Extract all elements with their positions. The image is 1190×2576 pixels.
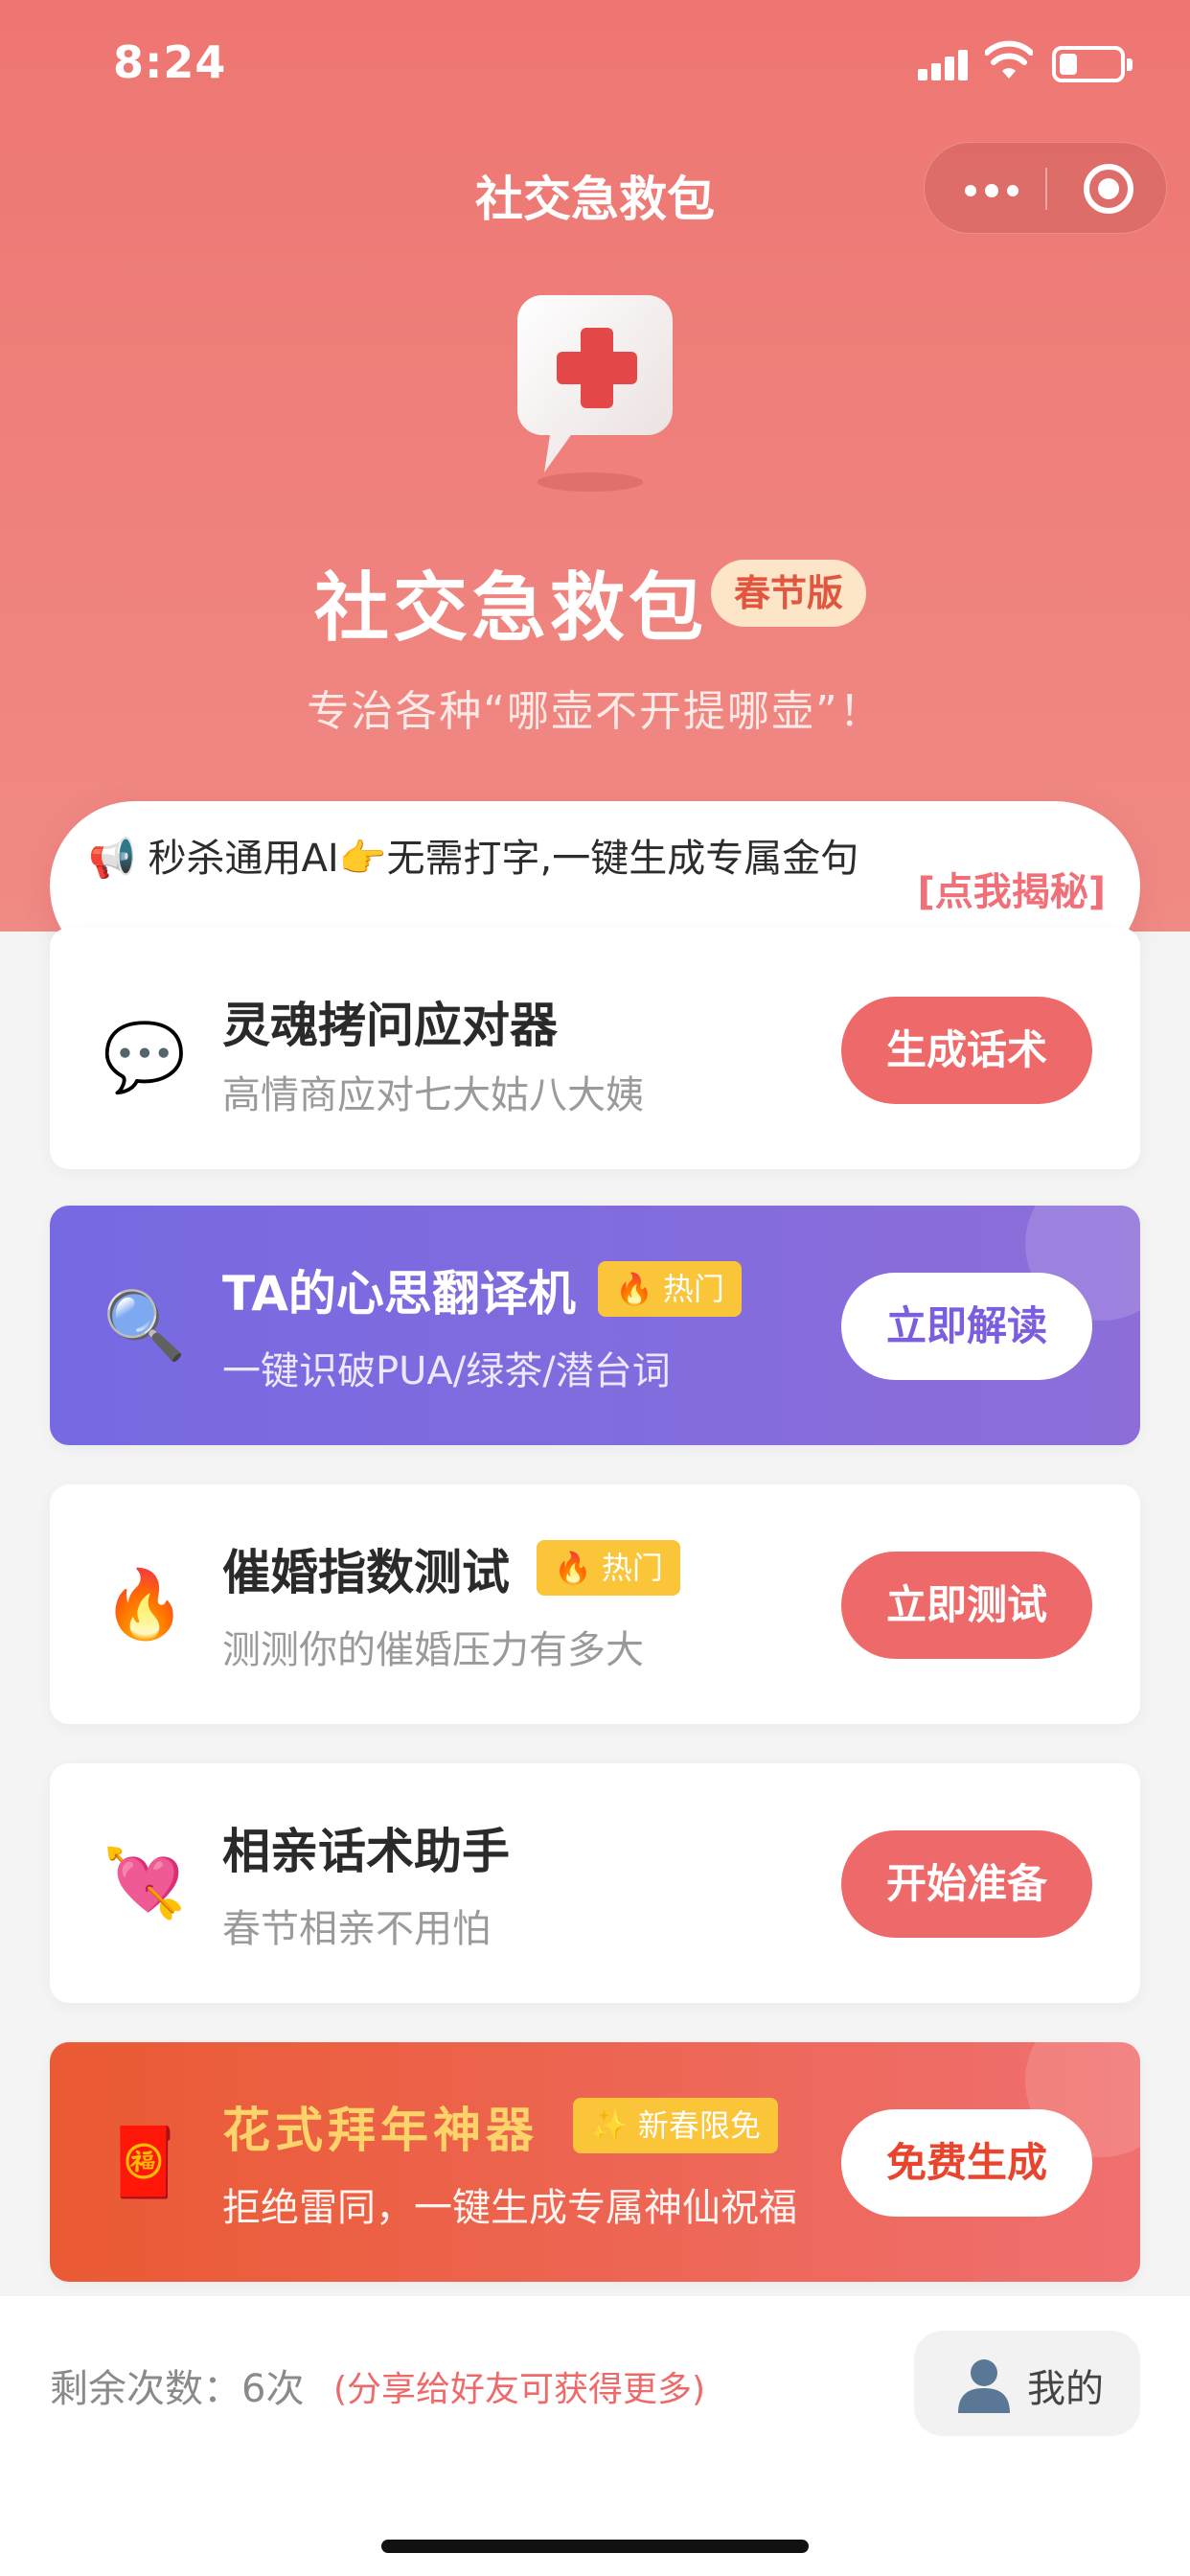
edition-badge: 春节版 xyxy=(711,560,867,627)
miniprogram-capsule xyxy=(924,142,1167,234)
start-prepare-button[interactable]: 开始准备 xyxy=(841,1830,1092,1938)
feature-card-mind-translator[interactable]: 🔍 TA的心思翻译机 🔥 热门 一键识破PUA/绿茶/潜台词 立即解读 xyxy=(50,1206,1140,1445)
interpret-now-button[interactable]: 立即解读 xyxy=(841,1273,1092,1380)
status-time: 8:24 xyxy=(113,36,227,88)
bottom-bar: 剩余次数：6次 (分享给好友可获得更多) 我的 xyxy=(0,2296,1190,2576)
fire-icon: 🔥 xyxy=(615,1271,653,1307)
hot-badge: 🔥 热门 xyxy=(598,1261,742,1317)
capsule-divider xyxy=(1045,168,1047,210)
feature-desc: 高情商应对七大姑八大姨 xyxy=(222,1073,644,1117)
hot-badge: 🔥 热门 xyxy=(537,1540,680,1596)
feature-desc: 一键识破PUA/绿茶/潜台词 xyxy=(222,1349,671,1393)
feature-title: 相亲话术助手 xyxy=(222,1824,510,1879)
app-title: 社交急救包 xyxy=(314,565,708,652)
red-envelope-icon: 🧧 xyxy=(103,2123,187,2201)
generate-script-button[interactable]: 生成话术 xyxy=(841,997,1092,1104)
fire-icon: 🔥 xyxy=(103,1565,187,1644)
home-indicator xyxy=(381,2540,809,2553)
close-miniprogram-icon[interactable] xyxy=(1084,164,1133,214)
share-hint[interactable]: (分享给好友可获得更多) xyxy=(333,2361,705,2411)
sparkle-icon: ✨ xyxy=(590,2107,629,2144)
remaining-count: 剩余次数：6次 xyxy=(50,2367,305,2411)
feature-title: 催婚指数测试 xyxy=(222,1545,510,1600)
more-icon[interactable] xyxy=(957,162,1024,216)
first-aid-chat-bubble-icon xyxy=(517,295,673,492)
feature-desc: 拒绝雷同，一键生成专属神仙祝福 xyxy=(222,2186,797,2230)
heart-arrow-icon: 💘 xyxy=(103,1844,187,1922)
fire-icon: 🔥 xyxy=(554,1550,592,1586)
feature-title: 花式拜年神器 xyxy=(222,2103,538,2158)
feature-desc: 测测你的催婚压力有多大 xyxy=(222,1628,644,1672)
battery-icon xyxy=(1052,46,1133,82)
feature-title: 灵魂拷问应对器 xyxy=(222,998,558,1053)
feature-desc: 春节相亲不用怕 xyxy=(222,1907,491,1951)
user-avatar-icon xyxy=(958,2359,1010,2413)
mine-label: 我的 xyxy=(1027,2367,1104,2411)
status-bar: 8:24 xyxy=(0,0,1190,134)
magnifier-icon: 🔍 xyxy=(103,1286,187,1365)
speech-bubble-icon: 💬 xyxy=(103,1018,187,1096)
feature-card-blind-date[interactable]: 💘 相亲话术助手 春节相亲不用怕 开始准备 xyxy=(50,1763,1140,2003)
promo-reveal-link[interactable]: [点我揭秘] xyxy=(917,861,1106,916)
feature-card-marriage-pressure[interactable]: 🔥 催婚指数测试 🔥 热门 测测你的催婚压力有多大 立即测试 xyxy=(50,1484,1140,1724)
feature-card-new-year-greeting[interactable]: 🧧 花式拜年神器 ✨ 新春限免 拒绝雷同，一键生成专属神仙祝福 免费生成 xyxy=(50,2042,1140,2282)
feature-card-soul-question[interactable]: 💬 灵魂拷问应对器 高情商应对七大姑八大姨 生成话术 xyxy=(50,928,1140,1169)
limited-free-badge: ✨ 新春限免 xyxy=(573,2098,778,2153)
app-subtitle: 专治各种“哪壶不开提哪壶”！ xyxy=(307,687,883,736)
free-generate-button[interactable]: 免费生成 xyxy=(841,2109,1092,2217)
feature-title: TA的心思翻译机 xyxy=(222,1266,576,1322)
mine-button[interactable]: 我的 xyxy=(914,2331,1140,2436)
cellular-signal-icon xyxy=(918,48,968,80)
wifi-icon xyxy=(985,40,1033,79)
test-now-button[interactable]: 立即测试 xyxy=(841,1552,1092,1659)
promo-text: 📢 秒杀通用AI👉无需打字,一键生成专属金句 xyxy=(88,837,859,881)
